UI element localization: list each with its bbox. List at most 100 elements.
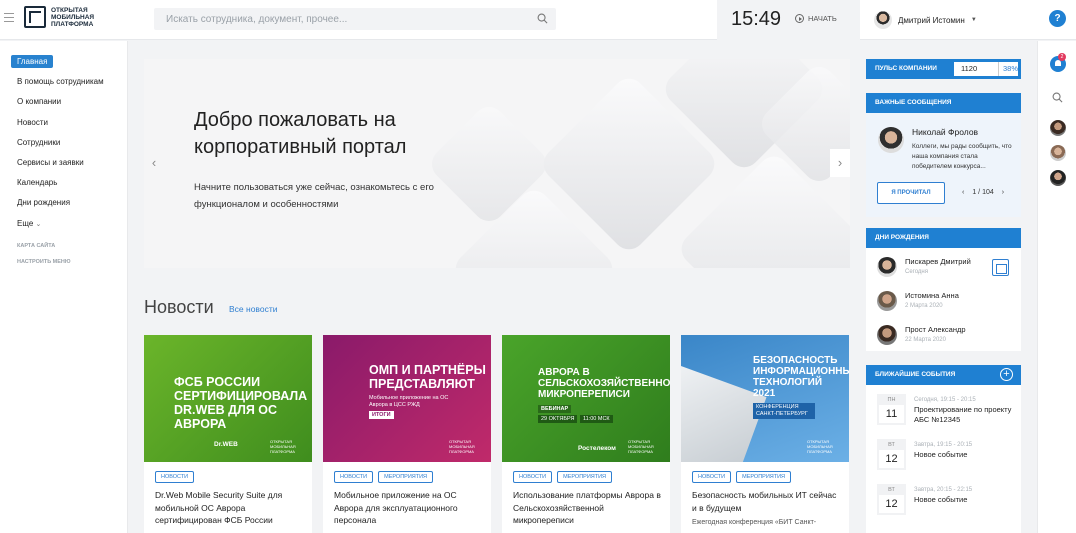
event-name: Новое событие [914,495,968,504]
news-image-note: Мобильное приложение на ОС Аврора в ЦСС … [369,395,449,408]
news-image-time: 11:00 МСК [580,415,613,423]
event-item[interactable]: ВТ 12 Завтра, 20:15 - 22:15 Новое событие [877,484,1026,515]
sidebar-item-label: Сотрудники [17,137,61,147]
logo-mark-icon [24,6,46,28]
avatar[interactable] [1050,120,1066,136]
news-card-title[interactable]: Мобильное приложение на ОС Аврора для эк… [334,489,484,527]
sidebar-item-home[interactable]: Главная [11,55,104,75]
event-item[interactable]: ПН 11 Сегодня, 19:15 - 20:15 Проектировани… [877,394,1026,425]
banner-title: Добро пожаловать на корпоративный портал [194,109,407,158]
sidebar-item-news[interactable]: Новости [11,116,104,136]
news-heading: Новости [144,297,214,317]
prev-message-button[interactable]: ‹ [962,189,964,196]
news-image-text: АВРОРА В СЕЛЬСКОХОЗЯЙСТВЕННОЙ МИКРОПЕРЕП… [538,367,670,400]
news-image-text: БЕЗОПАСНОСТЬ ИНФОРМАЦИОННЫХ ТЕХНОЛОГИЙ 2… [753,355,849,399]
company-pulse-panel: ПУЛЬС КОМПАНИИ 1120 38% [866,59,1021,79]
sitemap-link[interactable]: КАРТА САЙТА [11,243,104,259]
sidebar-item-about[interactable]: О компании [11,95,104,115]
sidebar-item-help[interactable]: В помощь сотрудникам [11,75,104,95]
birthday-name: Пискарев Дмитрий [905,257,971,266]
clock: 15:49 [731,8,782,30]
avatar [877,257,897,277]
tag-news[interactable]: НОВОСТИ [334,471,374,483]
search-box [154,8,556,30]
news-card-title[interactable]: Безопасность мобильных ИТ сейчас и в буд… [692,489,842,514]
user-menu[interactable]: Дмитрий Истомин ▼ [874,11,977,29]
news-image-text: ОМП И ПАРТНЁРЫ ПРЕДСТАВЛЯЮТ [369,363,486,391]
mark-read-button[interactable]: Я ПРОЧИТАЛ [877,182,945,204]
all-news-link[interactable]: Все новости [229,304,277,314]
sidebar-item-services[interactable]: Сервисы и заявки [11,156,104,176]
birthday-name: Истомина Анна [905,291,959,300]
avatar[interactable] [878,127,904,153]
news-image-badge: ИТОГИ [369,411,394,419]
message-pager: ‹ 1 / 104 › [962,189,1004,196]
news-card-title[interactable]: Использование платформы Аврора в Сельско… [513,489,663,527]
news-card[interactable]: ОМП И ПАРТНЁРЫ ПРЕДСТАВЛЯЮТ Мобильное пр… [323,335,491,533]
help-button[interactable]: ? [1049,10,1066,27]
tag-news[interactable]: НОВОСТИ [513,471,553,483]
search-input[interactable] [154,8,524,30]
event-day: 12 [879,495,904,513]
upcoming-events-panel: БЛИЖАЙШИЕ СОБЫТИЯ + ПН 11 Сегодня, 19:15 -… [866,365,1021,533]
event-item[interactable]: ВТ 12 Завтра, 19:15 - 20:15 Новое событие [877,439,1026,470]
birthday-item[interactable]: Истомина Анна 2 Марта 2020 [877,291,959,311]
chevron-down-icon: ⌄ [35,220,42,228]
banner-next-button[interactable]: › [830,149,850,177]
partner-logo: ОТКРЫТАЯ МОБИЛЬНАЯ ПЛАТФОРМА [807,439,833,454]
tag-events[interactable]: МЕРОПРИЯТИЯ [557,471,613,483]
banner-prev-button[interactable]: ‹ [144,149,164,177]
avatar[interactable] [1050,145,1066,161]
search-icon[interactable] [537,13,548,24]
caret-down-icon: ▼ [970,17,977,23]
news-image: АВРОРА В СЕЛЬСКОХОЗЯЙСТВЕННОЙ МИКРОПЕРЕП… [502,335,670,462]
sidebar-item-calendar[interactable]: Календарь [11,176,104,196]
tag-events[interactable]: МЕРОПРИЯТИЯ [736,471,792,483]
birthday-item[interactable]: Прост Александр 22 Марта 2020 [877,325,966,345]
news-card-subtitle: Ежегодная конференция «БИТ Санкт- [692,519,817,526]
search-icon[interactable] [1052,92,1063,103]
play-icon [795,14,804,23]
gift-icon[interactable] [992,259,1009,276]
tag-events[interactable]: МЕРОПРИЯТИЯ [378,471,434,483]
news-card[interactable]: БЕЗОПАСНОСТЬ ИНФОРМАЦИОННЫХ ТЕХНОЛОГИЙ 2… [681,335,849,533]
birthday-date: 22 Марта 2020 [905,337,946,343]
news-card-title[interactable]: Dr.Web Mobile Security Suite для мобильн… [155,489,305,527]
company-logo[interactable]: ОТКРЫТАЯ МОБИЛЬНАЯ ПЛАТФОРМА [24,6,117,28]
sidebar-item-label: Сервисы и заявки [17,157,84,167]
panel-title: БЛИЖАЙШИЕ СОБЫТИЯ + [866,365,1021,385]
tag-news[interactable]: НОВОСТИ [155,471,195,483]
message-text: Коллеги, мы рады сообщить, что наша комп… [912,143,1012,170]
message-author: Николай Фролов [912,127,979,137]
sidebar-item-more[interactable]: Еще ⌄ [11,217,104,237]
calendar-icon: ВТ 12 [877,484,906,515]
news-image-text: ФСБ РОССИИ СЕРТИФИЦИРОВАЛА DR.WEB ДЛЯ ОС… [174,375,308,431]
sidebar-item-employees[interactable]: Сотрудники [11,136,104,156]
start-workday-button[interactable]: НАЧАТЬ [795,14,837,23]
news-card[interactable]: ФСБ РОССИИ СЕРТИФИЦИРОВАЛА DR.WEB ДЛЯ ОС… [144,335,312,533]
avatar[interactable] [1050,170,1066,186]
news-card[interactable]: АВРОРА В СЕЛЬСКОХОЗЯЙСТВЕННОЙ МИКРОПЕРЕП… [502,335,670,533]
notification-badge: 2 [1058,53,1066,61]
event-day: 11 [879,405,904,423]
configure-menu-link[interactable]: НАСТРОИТЬ МЕНЮ [11,259,104,275]
avatar [877,325,897,345]
message-counter: 1 / 104 [972,189,994,196]
birthdays-panel: ДНИ РОЖДЕНИЯ Пискарев Дмитрий Сегодня Ист… [866,228,1021,351]
main-nav: Главная В помощь сотрудникам О компании … [11,55,104,275]
event-weekday: ПН [887,397,896,403]
event-day: 12 [879,450,904,468]
sidebar-item-label: Главная [11,55,54,68]
pulse-values[interactable]: 1120 38% [954,62,1018,76]
news-image-note: Dr.WEB [214,441,238,448]
add-event-button[interactable]: + [1000,368,1013,381]
menu-icon[interactable] [4,13,14,23]
sidebar-item-label: О компании [17,97,62,107]
tag-news[interactable]: НОВОСТИ [692,471,732,483]
time-tracker: 15:49 НАЧАТЬ [717,0,860,40]
avatar [874,11,892,29]
event-weekday: ВТ [888,487,895,493]
birthday-item[interactable]: Пискарев Дмитрий Сегодня [877,257,971,277]
next-message-button[interactable]: › [1002,189,1004,196]
sidebar-item-birthdays[interactable]: Дни рождения [11,196,104,216]
